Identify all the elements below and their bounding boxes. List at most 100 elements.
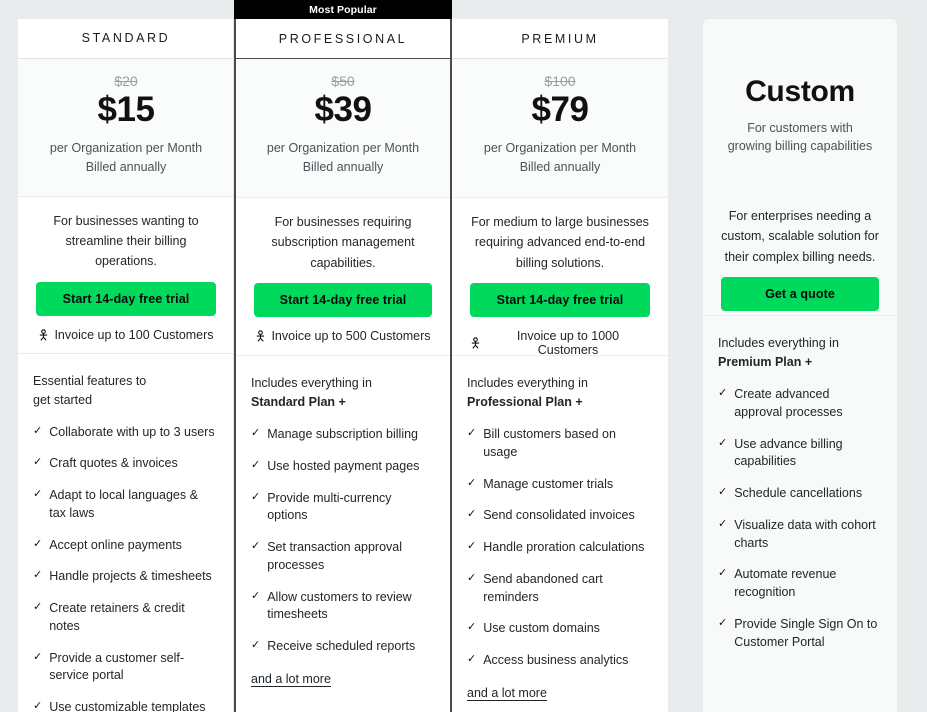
check-icon: ✓ [251, 427, 261, 439]
check-icon: ✓ [33, 488, 43, 501]
price-note: per Organization per Month Billed annuall… [246, 139, 440, 177]
price-band: $100 $79 per Organization per Month Billed … [452, 59, 668, 198]
feature-item: ✓ Manage customer trials [467, 476, 650, 494]
invoice-limit-label: Invoice up to 1000 Customers [516, 328, 620, 357]
plan-name: PREMIUM [521, 31, 599, 46]
invoice-limit: Invoice up to 500 Customers [254, 329, 432, 343]
check-icon: ✓ [718, 567, 728, 580]
feature-item: ✓ Send abandoned cart reminders [467, 571, 650, 607]
pricing-card-premium: PREMIUM $100 $79 per Organization per Month… [452, 19, 668, 712]
check-icon: ✓ [33, 537, 43, 550]
feature-label: Handle proration calculations [483, 540, 645, 554]
feature-label: Schedule cancellations [734, 486, 863, 500]
check-icon: ✓ [251, 490, 261, 503]
feature-item: ✓ Provide a customer self-service portal [33, 650, 216, 686]
price-note-line-2: Billed annually [519, 159, 601, 174]
current-price: $15 [97, 89, 155, 129]
pricing-card-standard: STANDARD $20 $15 per Organization per Month… [18, 19, 234, 712]
check-icon: ✓ [33, 456, 43, 469]
plan-name: STANDARD [81, 31, 171, 46]
start-free-trial-button[interactable]: Start 14-day free trial [470, 282, 650, 317]
and-a-lot-more-link[interactable]: and a lot more [251, 672, 331, 686]
feature-label: Craft quotes & invoices [49, 456, 178, 471]
person-icon [255, 329, 266, 342]
original-price: $100 [544, 73, 576, 89]
feature-item: ✓ Automate revenue recognition [718, 566, 879, 602]
cta-block: For businesses wanting to streamline the… [18, 196, 234, 354]
check-icon: ✓ [467, 476, 477, 489]
cta-block: For medium to large businesses requiring… [452, 198, 668, 357]
feature-item: ✓ Provide multi-currency options [251, 490, 432, 526]
feature-label: Set transaction approval processes [267, 540, 403, 572]
features-intro-line-2: get started [33, 392, 93, 407]
price-note-line-1: For customers with [747, 120, 853, 135]
feature-label: Create retainers & credit notes [49, 601, 185, 633]
feature-label: Allow customers to review timesheets [267, 589, 412, 622]
feature-label: Accept online payments [49, 537, 182, 552]
start-free-trial-button[interactable]: Start 14-day free trial [254, 282, 432, 317]
and-a-lot-more-link[interactable]: and a lot more [467, 686, 547, 700]
feature-label: Bill customers based on usage [483, 427, 616, 459]
check-icon: ✓ [467, 653, 477, 665]
features-intro-line-1: Includes everything in [251, 376, 372, 390]
feature-label: Send abandoned cart reminders [483, 571, 603, 604]
pricing-card-group: STANDARD $20 $15 per Organization per Month… [18, 0, 668, 712]
feature-item: ✓ Receive scheduled reports [251, 638, 432, 656]
check-icon: ✓ [467, 621, 477, 634]
features-intro-line-1: Includes everything in [718, 336, 839, 350]
price-note-line-1: per Organization per Month [49, 140, 203, 155]
feature-item: ✓ Send consolidated invoices [467, 507, 650, 525]
current-price: $39 [314, 90, 372, 129]
price-note: per Organization per Month Billed annuall… [28, 139, 224, 177]
plan-description: For enterprises needing a custom, scalab… [721, 209, 879, 264]
feature-label: Handle projects & timesheets [49, 569, 212, 584]
feature-item: ✓ Accept online payments [33, 537, 216, 555]
most-popular-badge: Most Popular [234, 0, 452, 19]
features-list: Includes everything in Standard Plan + ✓ Ma… [236, 356, 450, 712]
price-note-line-1: per Organization per Month [483, 141, 637, 156]
feature-item: ✓ Use customizable templates [33, 699, 216, 712]
feature-item: ✓ Create advanced approval processes [718, 386, 879, 422]
plan-header: STANDARD [18, 19, 234, 59]
feature-label: Adapt to local languages & tax laws [49, 488, 198, 520]
price-band: $20 $15 per Organization per Month Billed a… [18, 58, 234, 197]
check-icon: ✓ [718, 436, 728, 449]
check-icon: ✓ [467, 508, 477, 521]
start-free-trial-button[interactable]: Start 14-day free trial [36, 281, 216, 316]
invoice-limit: Invoice up to 100 Customers [36, 328, 216, 342]
feature-label: Manage customer trials [483, 476, 614, 491]
check-icon: ✓ [33, 569, 43, 582]
features-list: Includes everything in Professional Plan … [452, 356, 668, 712]
get-a-quote-button[interactable]: Get a quote [721, 276, 879, 311]
original-price: $20 [114, 72, 138, 89]
plan-description: For businesses requiring subscription ma… [271, 215, 415, 270]
check-icon: ✓ [467, 427, 477, 439]
person-icon [38, 328, 49, 341]
price-note-line-2: Billed annually [302, 159, 384, 174]
feature-label: Create advanced approval processes [734, 387, 843, 419]
cta-block: For enterprises needing a custom, scalab… [703, 198, 897, 316]
invoice-limit: Invoice up to 1000 Customers [470, 329, 650, 357]
feature-item: ✓ Bill customers based on usage [467, 426, 650, 462]
check-icon: ✓ [718, 517, 728, 530]
check-icon: ✓ [33, 650, 43, 663]
check-icon: ✓ [251, 589, 261, 602]
feature-label: Send consolidated invoices [483, 508, 635, 523]
feature-label: Use customizable templates [49, 700, 206, 712]
features-list: Essential features to get started ✓ Collabo… [18, 353, 234, 712]
feature-item: ✓ Set transaction approval processes [251, 539, 432, 575]
check-icon: ✓ [33, 700, 43, 712]
pricing-card-professional: Most Popular PROFESSIONAL $50 $39 per Organi… [234, 0, 452, 712]
feature-label: Collaborate with up to 3 users [49, 424, 215, 439]
features-intro-line-2: Standard Plan + [251, 395, 346, 409]
person-icon [470, 336, 481, 349]
price-note-line-2: Billed annually [85, 159, 167, 174]
feature-item: ✓ Collaborate with up to 3 users [33, 424, 216, 442]
check-icon: ✓ [467, 540, 477, 552]
feature-item: ✓ Handle projects & timesheets [33, 568, 216, 586]
plan-name: PROFESSIONAL [278, 31, 408, 46]
feature-label: Provide Single Sign On to Customer Porta… [734, 616, 878, 649]
features-intro: Includes everything in Premium Plan + [718, 334, 879, 372]
price-note-line-1: per Organization per Month [266, 141, 420, 156]
feature-item: ✓ Craft quotes & invoices [33, 455, 216, 473]
